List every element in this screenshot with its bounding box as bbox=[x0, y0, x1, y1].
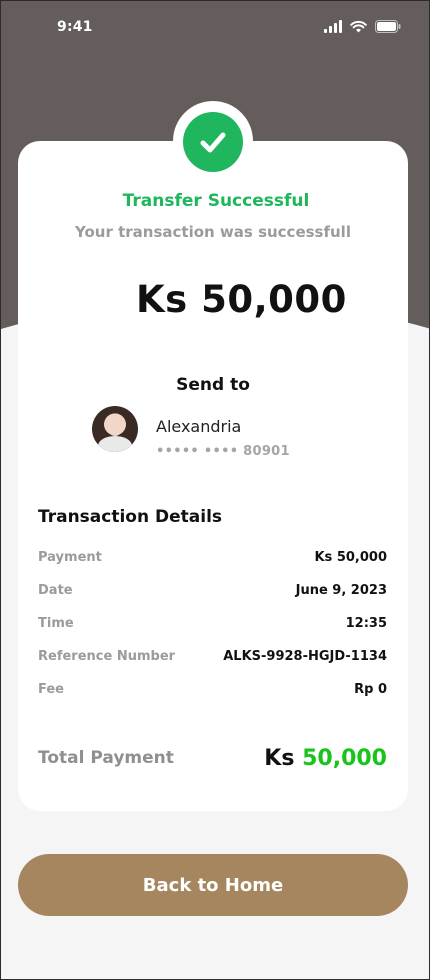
status-time: 9:41 bbox=[57, 19, 93, 35]
total-label: Total Payment bbox=[38, 748, 174, 768]
detail-value: ALKS-9928-HGJD-1134 bbox=[223, 648, 387, 664]
signal-icon bbox=[324, 20, 342, 33]
total-payment-row: Total Payment Ks 50,000 bbox=[38, 743, 387, 773]
detail-value: Rp 0 bbox=[354, 681, 387, 697]
detail-row-time: Time 12:35 bbox=[38, 613, 387, 633]
recipient-account: ••••• •••• 80901 bbox=[156, 444, 290, 459]
send-to-heading: Send to bbox=[176, 375, 250, 395]
transfer-amount: Ks 50,000 bbox=[136, 278, 347, 321]
detail-label: Fee bbox=[38, 681, 64, 697]
receipt-card bbox=[18, 141, 408, 811]
status-icons bbox=[324, 20, 401, 33]
detail-value: 12:35 bbox=[345, 615, 387, 631]
success-title: Transfer Successful bbox=[122, 191, 310, 211]
detail-row-date: Date June 9, 2023 bbox=[38, 580, 387, 600]
detail-value: Ks 50,000 bbox=[314, 549, 387, 565]
back-to-home-button[interactable]: Back to Home bbox=[18, 854, 408, 916]
detail-label: Payment bbox=[38, 549, 102, 565]
total-currency: Ks bbox=[264, 745, 295, 771]
avatar bbox=[92, 406, 138, 452]
detail-row-reference: Reference Number ALKS-9928-HGJD-1134 bbox=[38, 646, 387, 666]
status-bar: 9:41 bbox=[1, 1, 429, 57]
detail-label: Date bbox=[38, 582, 73, 598]
detail-label: Reference Number bbox=[38, 648, 176, 664]
total-value: Ks 50,000 bbox=[264, 746, 387, 771]
battery-icon bbox=[375, 20, 401, 33]
detail-row-payment: Payment Ks 50,000 bbox=[38, 547, 387, 567]
detail-row-fee: Fee Rp 0 bbox=[38, 679, 387, 699]
details-title: Transaction Details bbox=[38, 507, 223, 527]
detail-label: Time bbox=[38, 615, 74, 631]
recipient-name: Alexandria bbox=[156, 417, 242, 436]
check-icon bbox=[183, 112, 243, 172]
app-screen: 9:41 Transfer Successful Your transactio… bbox=[0, 0, 430, 980]
wifi-icon bbox=[350, 20, 367, 33]
success-subtitle: Your transaction was successfull bbox=[75, 223, 351, 241]
detail-value: June 9, 2023 bbox=[295, 582, 387, 598]
total-amount: 50,000 bbox=[302, 745, 387, 771]
